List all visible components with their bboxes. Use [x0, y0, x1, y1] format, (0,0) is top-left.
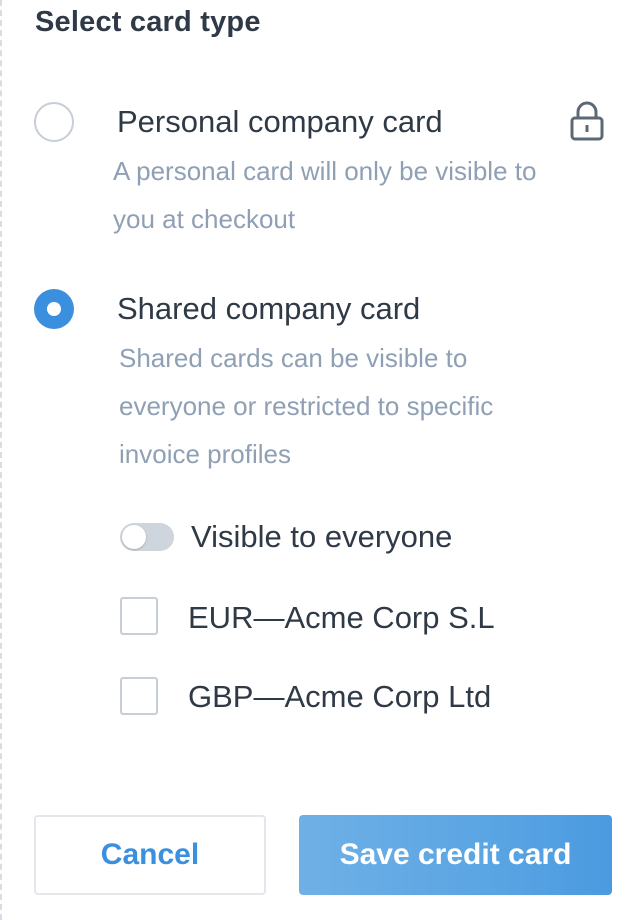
panel-left-border: [0, 0, 2, 920]
save-credit-card-button[interactable]: Save credit card: [299, 815, 612, 895]
option-shared-label: Shared company card: [117, 291, 421, 326]
radio-personal-card[interactable]: [34, 102, 74, 142]
visible-to-everyone-label: Visible to everyone: [191, 519, 453, 554]
visible-to-everyone-toggle[interactable]: [120, 523, 174, 551]
form-title: Select card type: [35, 6, 261, 38]
option-shared-description-line-2: everyone or restricted to specific: [119, 391, 494, 421]
option-personal-label: Personal company card: [117, 104, 443, 139]
radio-shared-card[interactable]: [34, 289, 74, 329]
cancel-button[interactable]: Cancel: [34, 815, 266, 895]
checkbox-gbp-acme-corp[interactable]: [120, 677, 158, 715]
toggle-knob: [122, 525, 146, 549]
option-shared-description-line-1: Shared cards can be visible to: [119, 343, 468, 373]
option-personal-description-line-1: A personal card will only be visible to: [113, 156, 537, 186]
option-shared-description-line-3: invoice profiles: [119, 439, 291, 469]
checkbox-eur-acme-corp[interactable]: [120, 597, 158, 635]
option-personal-description-line-2: you at checkout: [113, 204, 296, 234]
lock-icon: [570, 101, 604, 141]
checkbox-eur-acme-corp-label: EUR—Acme Corp S.L: [188, 600, 495, 635]
checkbox-gbp-acme-corp-label: GBP—Acme Corp Ltd: [188, 679, 492, 714]
